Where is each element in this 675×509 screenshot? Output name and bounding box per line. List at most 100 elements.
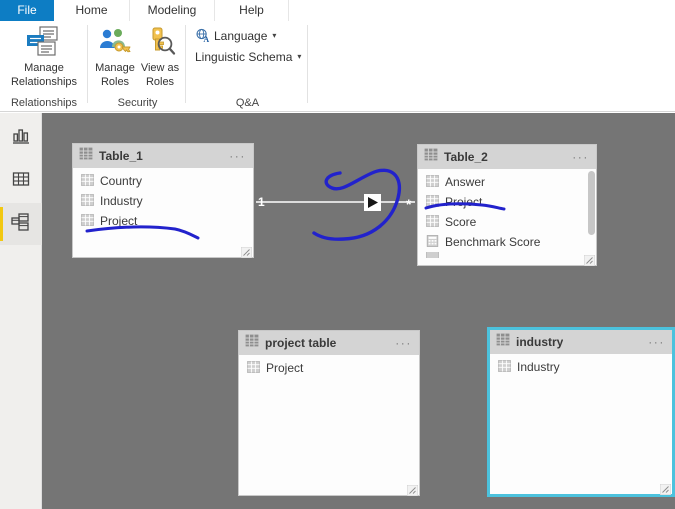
language-menu-label: Language — [214, 28, 268, 43]
tab-home[interactable]: Home — [54, 0, 130, 21]
sidebar-selection-indicator — [0, 207, 3, 241]
resize-handle[interactable] — [659, 482, 672, 496]
table-card-header[interactable]: project table ··· — [239, 331, 419, 355]
view-as-roles-label-line1: View as — [140, 62, 180, 74]
group-divider-3 — [307, 25, 308, 103]
table-card-title: Table_2 — [444, 150, 488, 164]
manage-roles-button[interactable]: Manage Roles — [91, 24, 139, 88]
table-icon — [496, 333, 510, 351]
field-label: Project — [266, 361, 304, 375]
svg-text:A: A — [203, 35, 209, 43]
sidebar-item-report[interactable] — [0, 117, 42, 159]
qna-group: A Language ▾ Linguistic Schema ▾ Q&A — [187, 21, 308, 111]
field-label: Project — [100, 214, 138, 228]
table-card-menu-button[interactable]: ··· — [648, 336, 665, 348]
field-row[interactable]: Benchmark Score — [418, 232, 596, 252]
field-label: Project — [445, 195, 483, 209]
table-card-header[interactable]: industry ··· — [490, 330, 672, 354]
column-icon — [247, 360, 260, 376]
field-label: Industry — [100, 194, 143, 208]
group-divider-2 — [185, 25, 186, 103]
field-row[interactable]: Industry — [73, 191, 253, 211]
tab-file[interactable]: File — [0, 0, 54, 21]
model-canvas[interactable]: 1 * Table_1 ··· Country Industry Project… — [42, 113, 675, 509]
table-card-header[interactable]: Table_2 ··· — [418, 145, 596, 169]
field-label: Benchmark Score — [445, 235, 541, 249]
tab-modeling[interactable]: Modeling — [130, 0, 215, 21]
field-row[interactable]: Project — [73, 211, 253, 231]
resize-handle[interactable] — [406, 483, 419, 497]
view-switcher-sidebar — [0, 113, 42, 509]
table-card-title: Table_1 — [99, 149, 143, 163]
field-row-partial[interactable] — [418, 252, 596, 258]
relationship-cardinality-to: * — [406, 196, 412, 212]
language-menu[interactable]: A Language ▾ — [195, 28, 276, 43]
field-label: Score — [445, 215, 477, 229]
sidebar-item-model[interactable] — [0, 203, 42, 245]
table-card-industry[interactable]: industry ··· Industry — [487, 327, 675, 497]
column-icon — [81, 213, 94, 229]
table-card-menu-button[interactable]: ··· — [229, 150, 246, 162]
qna-group-label: Q&A — [235, 97, 260, 109]
chevron-down-icon: ▾ — [272, 30, 277, 40]
table-card-header[interactable]: Table_1 ··· — [73, 144, 253, 168]
language-globe-icon: A — [195, 28, 210, 43]
tab-strip-filler — [289, 0, 675, 21]
field-row[interactable]: Project — [239, 358, 419, 378]
manage-relationships-button[interactable]: Manage Relationships — [2, 24, 86, 88]
manage-relationships-label-line2: Relationships — [10, 76, 78, 88]
column-icon — [81, 173, 94, 189]
table-card-menu-button[interactable]: ··· — [395, 337, 412, 349]
group-divider-1 — [87, 25, 88, 103]
table-icon — [245, 334, 259, 352]
table-card-table-2[interactable]: Table_2 ··· Answer Project Score Benchma… — [417, 144, 597, 267]
view-as-roles-label-line2: Roles — [145, 76, 175, 88]
table-card-field-list: Project — [239, 355, 419, 495]
resize-handle[interactable] — [240, 245, 253, 259]
column-icon — [426, 194, 439, 210]
column-icon — [426, 214, 439, 230]
tab-help[interactable]: Help — [215, 0, 289, 21]
manage-roles-label-line2: Roles — [100, 76, 130, 88]
linguistic-schema-menu-label: Linguistic Schema — [195, 50, 293, 64]
field-label: Answer — [445, 175, 486, 189]
resize-handle[interactable] — [583, 253, 596, 267]
linguistic-schema-menu[interactable]: Linguistic Schema ▾ — [195, 50, 301, 64]
table-icon — [424, 148, 438, 166]
vertical-scrollbar[interactable] — [588, 171, 595, 235]
field-label: Industry — [517, 360, 560, 374]
ink-circle-relationship-arrow — [312, 168, 402, 241]
sidebar-item-data[interactable] — [0, 160, 42, 202]
view-as-roles-button[interactable]: View as Roles — [137, 24, 183, 88]
security-group-label: Security — [117, 97, 158, 109]
table-card-menu-button[interactable]: ··· — [572, 151, 589, 163]
data-table-icon — [11, 169, 31, 194]
manage-roles-icon — [91, 24, 139, 60]
manage-roles-label-line1: Manage — [95, 62, 135, 74]
manage-relationships-icon — [2, 24, 86, 60]
table-card-title: industry — [516, 335, 564, 349]
relationships-group: Manage Relationships Relationships — [0, 21, 88, 111]
ribbon-tab-strip: File Home Modeling Help — [0, 0, 675, 21]
column-icon — [81, 193, 94, 209]
report-bar-chart-icon — [11, 126, 31, 151]
column-icon — [498, 359, 511, 375]
view-as-roles-icon — [137, 24, 183, 60]
chevron-down-icon: ▾ — [297, 52, 302, 61]
table-card-field-list: Answer Project Score Benchmark Score — [418, 169, 596, 265]
table-card-field-list: Country Industry Project — [73, 168, 253, 257]
field-row[interactable]: Answer — [418, 172, 596, 192]
field-row[interactable]: Industry — [490, 357, 672, 377]
relationships-group-label: Relationships — [10, 97, 78, 109]
table-card-table-1[interactable]: Table_1 ··· Country Industry Project — [72, 143, 254, 259]
table-card-title: project table — [265, 336, 337, 350]
field-row[interactable]: Country — [73, 171, 253, 191]
table-card-project-table[interactable]: project table ··· Project — [238, 330, 420, 497]
manage-relationships-label-line1: Manage — [24, 62, 64, 74]
table-icon — [79, 147, 93, 165]
field-row[interactable]: Project — [418, 192, 596, 212]
field-row[interactable]: Score — [418, 212, 596, 232]
field-label: Country — [100, 174, 143, 188]
ribbon: File Home Modeling Help Manage Relations… — [0, 0, 675, 113]
model-relationship-icon — [10, 212, 32, 237]
